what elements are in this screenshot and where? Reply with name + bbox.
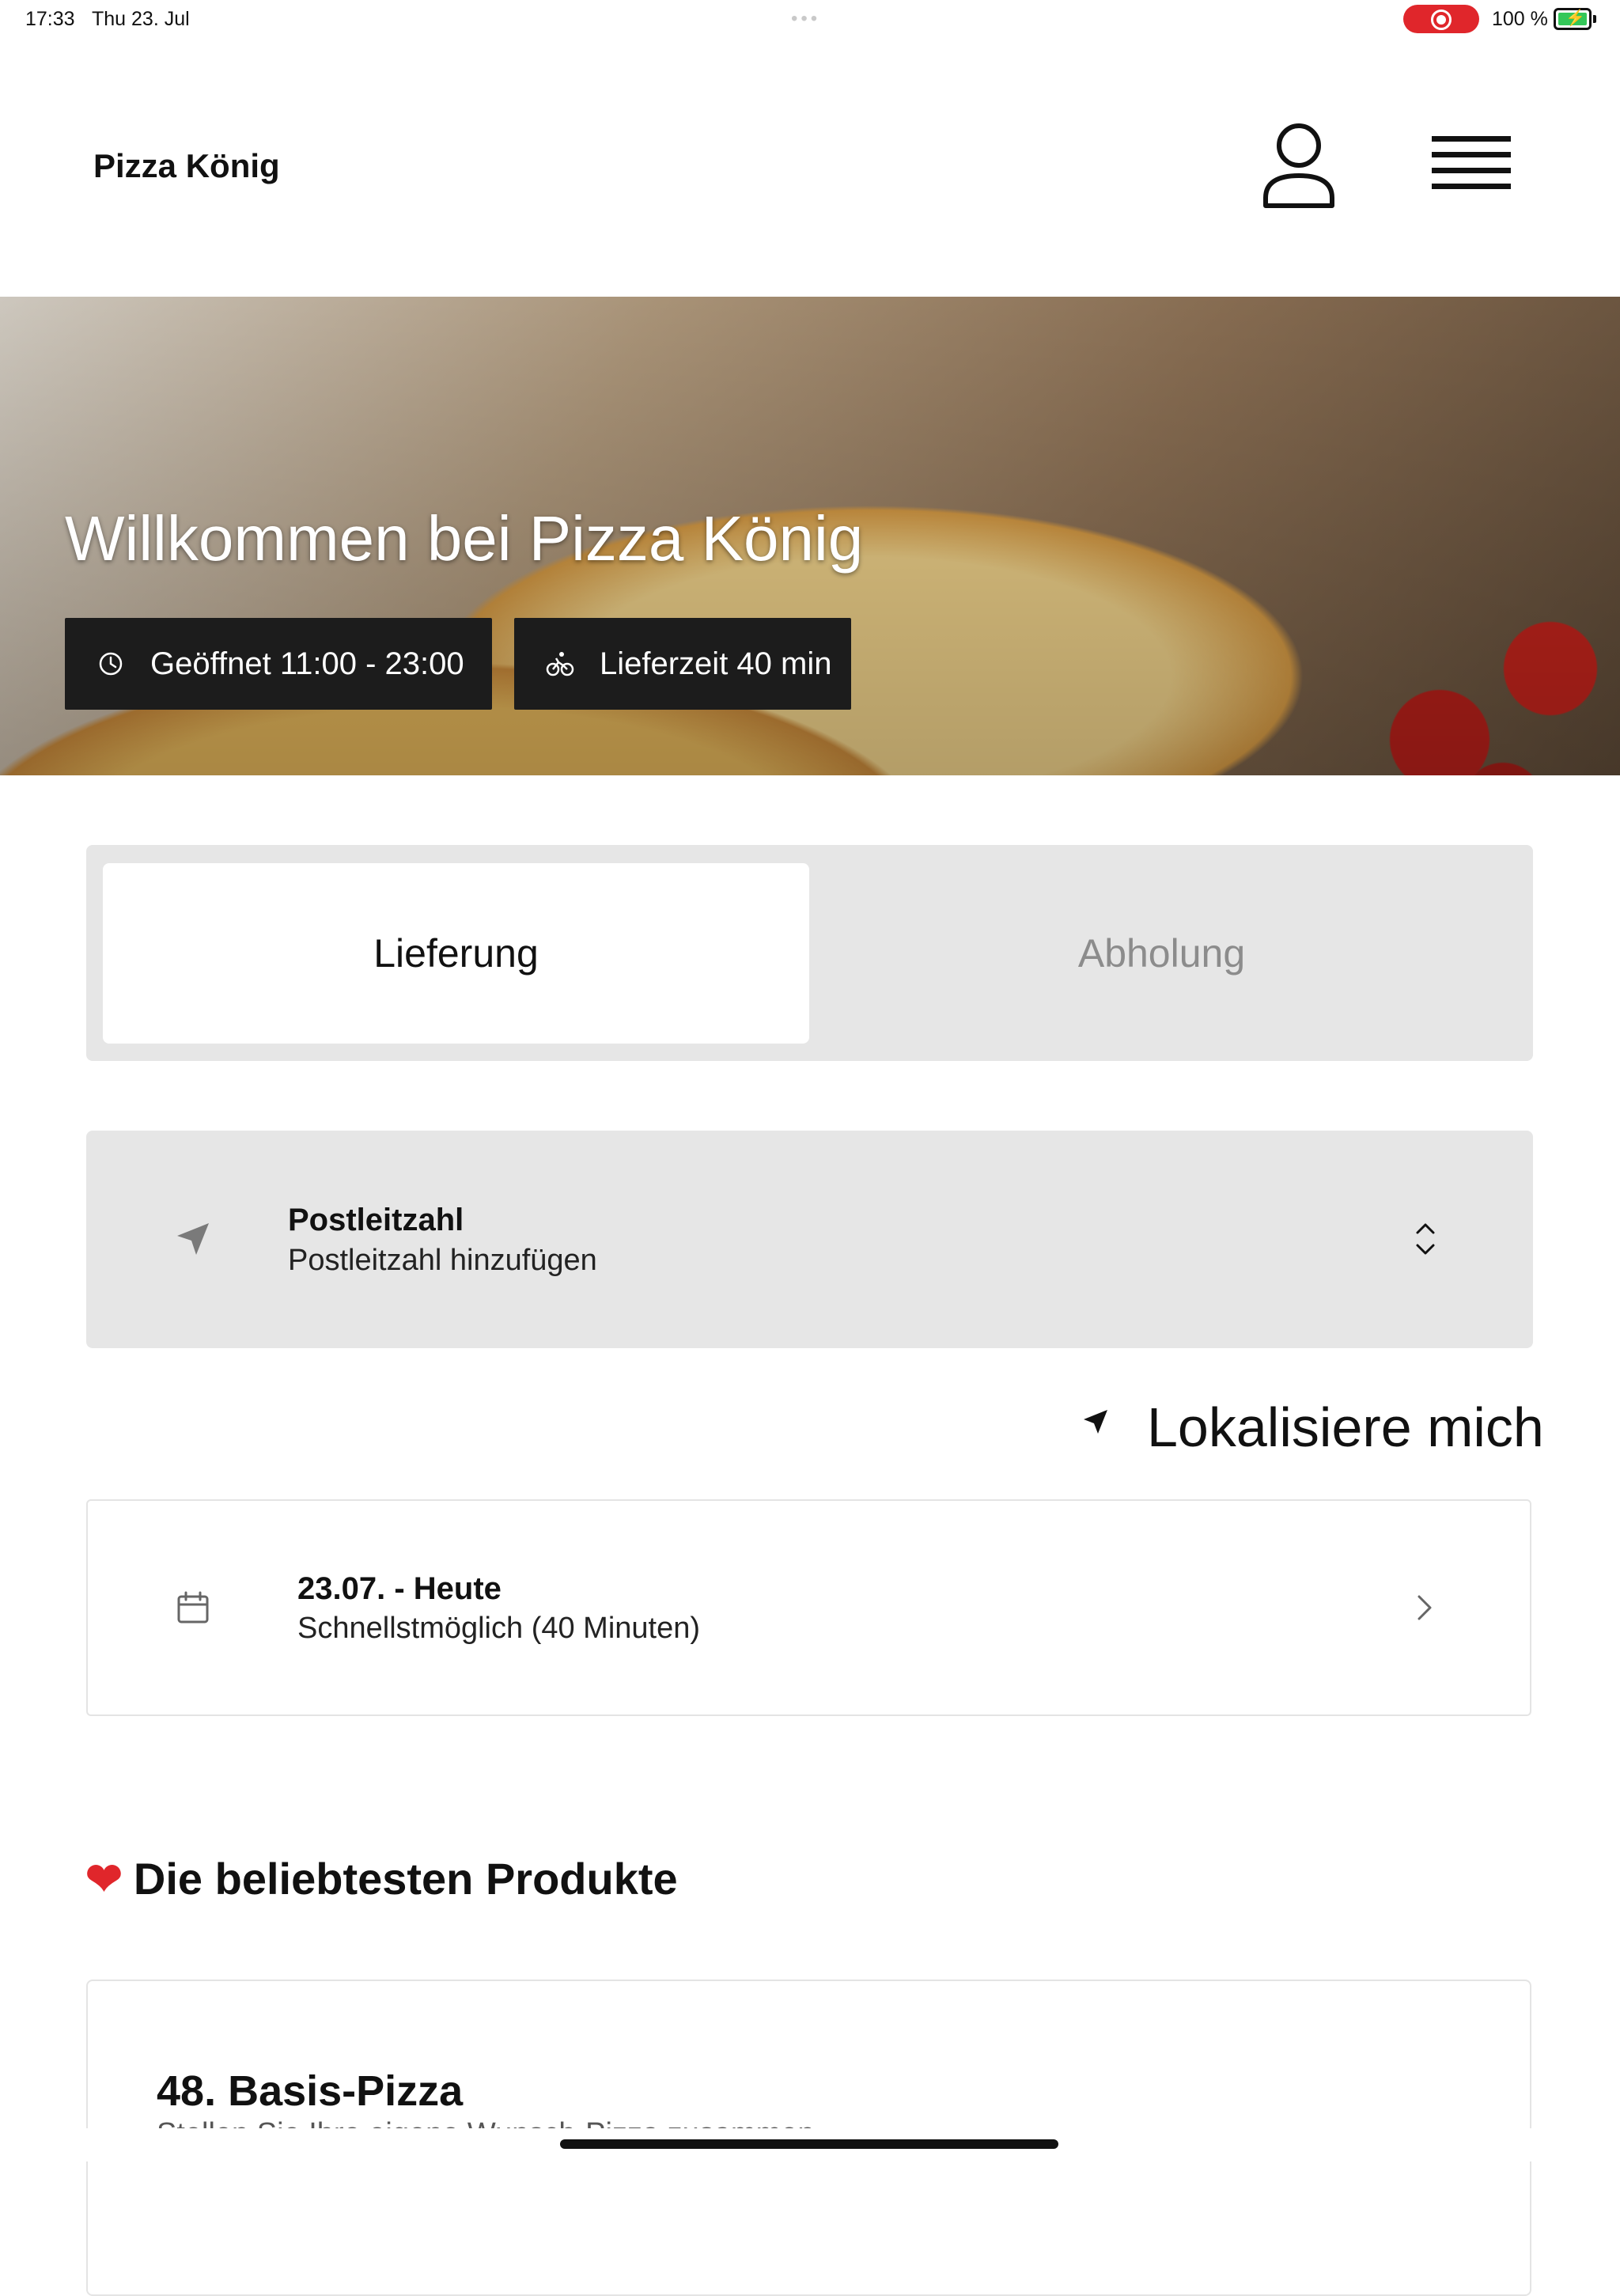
hamburger-icon	[1432, 136, 1511, 189]
hero-banner: Willkommen bei Pizza König Geöffnet 11:0…	[0, 297, 1620, 775]
chevron-up-down-icon	[1416, 1223, 1435, 1255]
status-date: Thu 23. Jul	[92, 8, 190, 30]
delivery-date: 23.07. - Heute	[297, 1571, 502, 1606]
clock-icon	[99, 652, 123, 676]
status-bar: 17:33 Thu 23. Jul ••• 100 % ⚡	[0, 0, 1620, 38]
delivery-date-selector[interactable]	[86, 1499, 1531, 1716]
account-button[interactable]	[1259, 119, 1338, 214]
postcode-placeholder: Postleitzahl hinzufügen	[288, 1244, 597, 1277]
opening-hours-text: Geöffnet 11:00 - 23:00	[150, 646, 464, 681]
opening-hours-badge: Geöffnet 11:00 - 23:00	[65, 618, 492, 710]
battery-icon: ⚡	[1554, 8, 1596, 30]
calendar-icon	[177, 1591, 209, 1623]
status-time: 17:33	[25, 8, 75, 30]
bicycle-icon	[546, 652, 574, 676]
popular-products-heading: ❤ Die beliebtesten Produkte	[85, 1854, 678, 1904]
locate-me-button[interactable]: Lokalisiere mich	[1147, 1396, 1544, 1459]
locate-arrow-icon	[1084, 1410, 1107, 1434]
delivery-time-option: Schnellstmöglich (40 Minuten)	[297, 1612, 701, 1645]
battery-percentage: 100 %	[1492, 8, 1548, 30]
home-indicator[interactable]	[560, 2139, 1058, 2149]
hero-title: Willkommen bei Pizza König	[65, 503, 864, 574]
postcode-selector[interactable]	[86, 1131, 1533, 1348]
postcode-label: Postleitzahl	[288, 1203, 464, 1237]
chevron-right-icon	[1418, 1595, 1432, 1620]
delivery-time-text: Lieferzeit 40 min	[600, 646, 832, 681]
tab-abholung[interactable]: Abholung	[808, 863, 1515, 1044]
user-icon	[1263, 123, 1334, 208]
screen-recording-indicator[interactable]	[1403, 5, 1479, 33]
menu-button[interactable]	[1427, 130, 1516, 201]
heart-icon: ❤	[85, 1854, 123, 1904]
multitask-dots-icon[interactable]: •••	[791, 8, 820, 30]
product-name: 48. Basis-Pizza	[157, 2067, 464, 2115]
tab-lieferung[interactable]: Lieferung	[103, 863, 809, 1044]
location-arrow-icon	[177, 1223, 209, 1255]
delivery-time-badge: Lieferzeit 40 min	[514, 618, 851, 710]
app-title[interactable]: Pizza König	[93, 147, 280, 185]
